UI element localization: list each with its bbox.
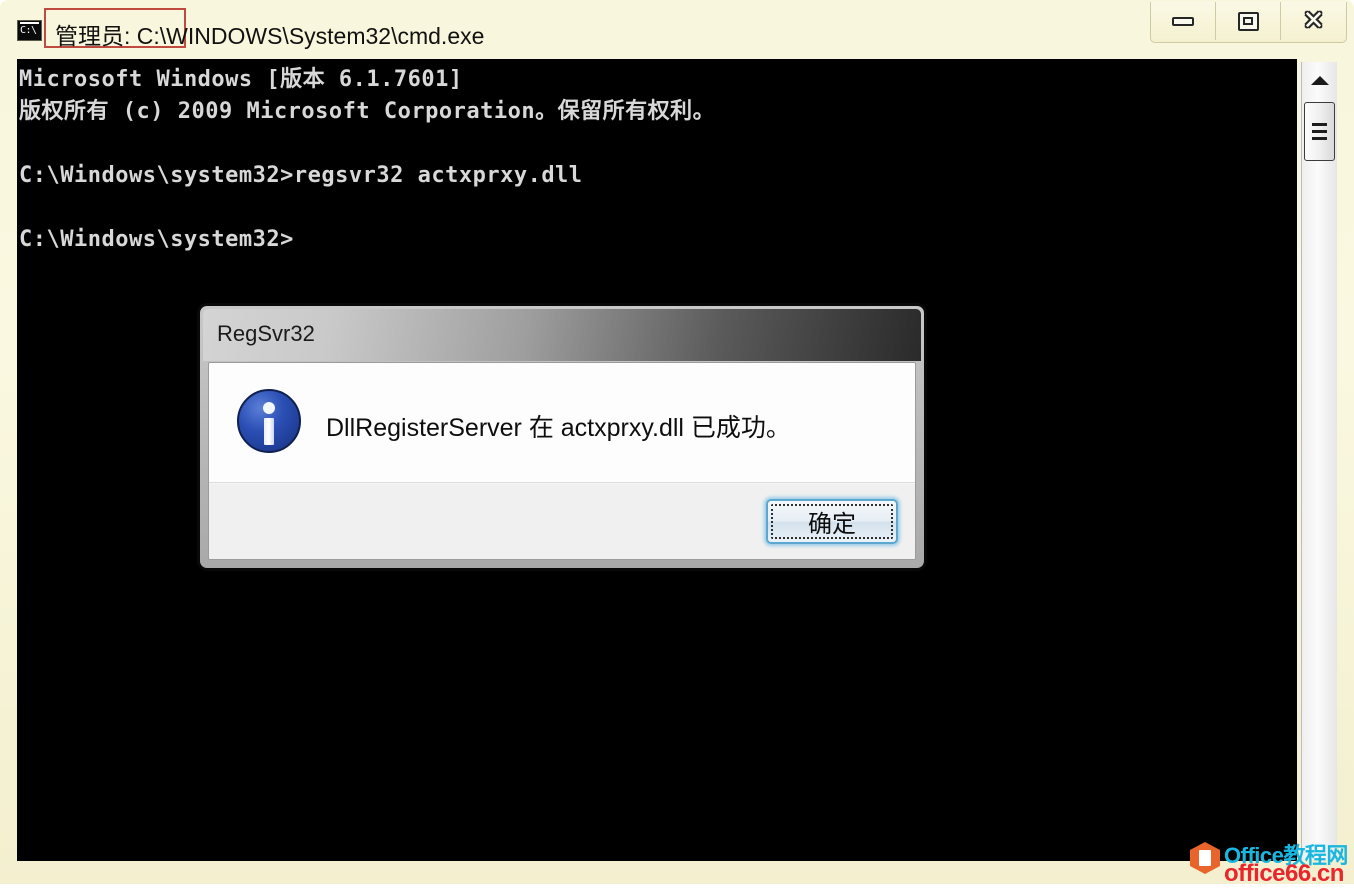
chevron-up-icon bbox=[1310, 75, 1329, 85]
office-logo-icon bbox=[1190, 842, 1220, 874]
console-window: C:\ 管理员: C:\WINDOWS\System32\cmd.exe ✕ M… bbox=[0, 0, 1354, 887]
ok-button[interactable]: 确定 bbox=[766, 499, 898, 544]
dialog-titlebar[interactable]: RegSvr32 bbox=[203, 309, 921, 361]
grip-line bbox=[1312, 130, 1327, 133]
restore-icon bbox=[1237, 11, 1259, 31]
scrollbar-thumb[interactable] bbox=[1304, 102, 1335, 161]
close-button[interactable]: ✕ bbox=[1281, 2, 1346, 40]
restore-button[interactable] bbox=[1216, 2, 1281, 40]
grip-line bbox=[1312, 137, 1327, 140]
dialog-body: DllRegisterServer 在 actxprxy.dll 已成功。 确定 bbox=[208, 362, 916, 560]
info-icon bbox=[237, 389, 301, 453]
console-scrollbar[interactable] bbox=[1301, 62, 1337, 860]
minimize-icon bbox=[1172, 16, 1194, 26]
info-icon-dot bbox=[263, 402, 275, 414]
regsvr32-dialog: RegSvr32 DllRegisterServer 在 actxprxy.dl… bbox=[200, 306, 924, 568]
office-logo-page bbox=[1199, 850, 1211, 866]
console-text: Microsoft Windows [版本 6.1.7601] 版权所有 (c)… bbox=[19, 67, 716, 252]
dialog-button-bar: 确定 bbox=[209, 484, 915, 559]
cmd-icon[interactable]: C:\ bbox=[17, 20, 42, 41]
grip-line bbox=[1312, 123, 1327, 126]
window-title: 管理员: C:\WINDOWS\System32\cmd.exe bbox=[55, 23, 485, 49]
dialog-message: DllRegisterServer 在 actxprxy.dll 已成功。 bbox=[326, 414, 791, 442]
ok-button-label: 确定 bbox=[808, 511, 856, 538]
window-controls: ✕ bbox=[1150, 2, 1347, 43]
close-icon: ✕ bbox=[1302, 6, 1325, 36]
info-icon-stem bbox=[264, 418, 274, 445]
minimize-button[interactable] bbox=[1151, 2, 1216, 40]
dialog-title: RegSvr32 bbox=[217, 321, 315, 346]
dialog-message-area: DllRegisterServer 在 actxprxy.dll 已成功。 bbox=[209, 363, 915, 483]
title-bar[interactable]: C:\ 管理员: C:\WINDOWS\System32\cmd.exe ✕ bbox=[0, 0, 1354, 58]
watermark: Office教程网 office66.cn bbox=[1190, 838, 1354, 887]
scroll-up-button[interactable] bbox=[1302, 62, 1337, 98]
